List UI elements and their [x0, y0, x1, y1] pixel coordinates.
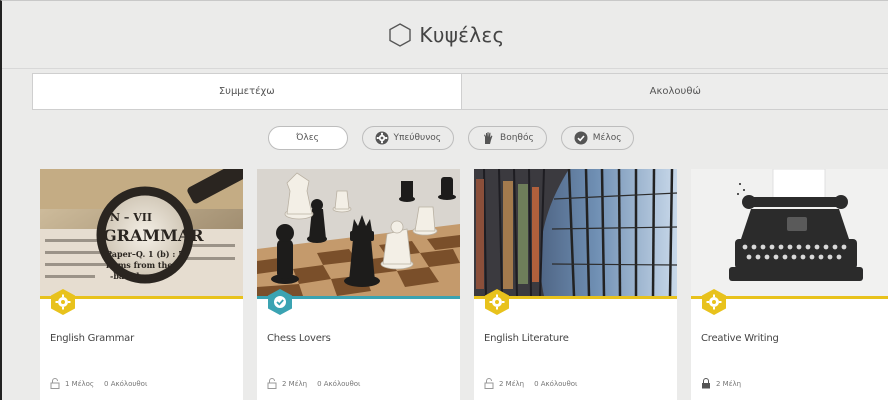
filter-member[interactable]: Μέλος [560, 126, 635, 150]
svg-text:items from the: items from the [106, 260, 172, 270]
follower-count: 0 Ακόλουθοι [534, 379, 578, 388]
role-filters: Όλες Υπεύθυνος Βοηθός Μέλος [2, 126, 888, 152]
card-meta: 2 Μέλη [701, 378, 741, 389]
card-image [257, 169, 460, 296]
gear-icon [702, 289, 726, 315]
hive-card-grid: N – VII GRAMMAR Paper–Q. 1 (b) : 5 items… [40, 169, 888, 400]
follower-count: 0 Ακόλουθοι [104, 379, 148, 388]
card-meta: 2 Μέλη 0 Ακόλουθοι [484, 378, 577, 389]
filter-assistant[interactable]: Βοηθός [468, 126, 547, 150]
check-icon [268, 289, 292, 315]
tab-label: Ακολουθώ [649, 86, 701, 97]
tab-label: Συμμετέχω [218, 86, 275, 97]
hive-card[interactable]: English Literature 2 Μέλη 0 Ακόλουθοι [474, 169, 677, 400]
hive-card[interactable]: Creative Writing 2 Μέλη [691, 169, 888, 400]
page-title: Κυψέλες [419, 22, 505, 47]
member-count: 1 Μέλος [65, 379, 95, 388]
card-image [474, 169, 677, 296]
check-circle-icon [574, 131, 588, 145]
hive-card[interactable]: Chess Lovers 2 Μέλη 0 Ακόλουθοι [257, 169, 460, 400]
member-count: 2 Μέλη [716, 379, 742, 388]
member-count: 2 Μέλη [499, 379, 525, 388]
filter-label: Βοηθός [500, 133, 534, 143]
gear-icon [375, 131, 389, 145]
card-image: N – VII GRAMMAR Paper–Q. 1 (b) : 5 items… [40, 169, 243, 296]
open-lock-icon [267, 378, 277, 389]
tab-participating[interactable]: Συμμετέχω [33, 74, 461, 109]
hive-card[interactable]: N – VII GRAMMAR Paper–Q. 1 (b) : 5 items… [40, 169, 243, 400]
tab-following[interactable]: Ακολουθώ [460, 74, 888, 109]
hexagon-icon [389, 22, 412, 47]
card-title: Chess Lovers [267, 333, 331, 344]
svg-text:GRAMMAR: GRAMMAR [103, 226, 204, 245]
svg-text:-based que: -based que [110, 271, 159, 281]
filter-label: Όλες [296, 133, 319, 143]
card-title: Creative Writing [701, 333, 779, 344]
filter-manager[interactable]: Υπεύθυνος [361, 126, 455, 150]
hand-icon [481, 131, 495, 145]
filter-label: Υπεύθυνος [393, 133, 442, 143]
follower-count: 0 Ακόλουθοι [317, 379, 361, 388]
open-lock-icon [484, 378, 494, 389]
card-image [691, 169, 888, 296]
tab-bar: Συμμετέχω Ακολουθώ [32, 73, 888, 110]
card-meta: 1 Μέλος 0 Ακόλουθοι [50, 378, 147, 389]
open-lock-icon [50, 378, 60, 389]
member-count: 2 Μέλη [282, 379, 308, 388]
filter-label: Μέλος [592, 133, 622, 143]
card-title: English Grammar [50, 333, 134, 344]
filter-all[interactable]: Όλες [267, 126, 348, 150]
svg-text:Paper–Q. 1 (b) : 5: Paper–Q. 1 (b) : 5 [106, 249, 184, 259]
closed-lock-icon [702, 378, 710, 389]
svg-text:N – VII: N – VII [110, 211, 152, 224]
gear-icon [51, 289, 75, 315]
gear-icon [485, 289, 509, 315]
card-title: English Literature [484, 333, 569, 344]
card-meta: 2 Μέλη 0 Ακόλουθοι [267, 378, 360, 389]
page-header: Κυψέλες [2, 1, 888, 69]
